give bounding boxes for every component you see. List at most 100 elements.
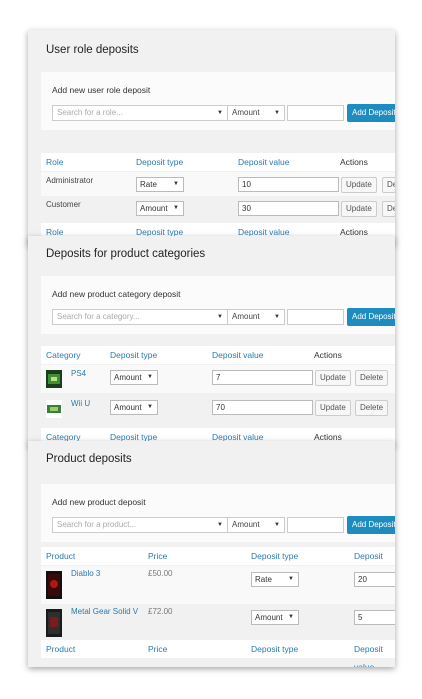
deposit-type-select[interactable]: Amount ▼ xyxy=(251,610,299,625)
add-deposit-button[interactable]: Add Deposit xyxy=(347,104,395,122)
select-value: Rate xyxy=(140,180,157,189)
col-deposit-value[interactable]: Deposit value xyxy=(238,153,290,171)
chevron-down-icon: ▼ xyxy=(288,576,294,582)
delete-button[interactable]: Delete xyxy=(382,201,395,217)
panel-title: Deposits for product categories xyxy=(46,248,206,260)
product-deposits-panel: Product deposits Add new product deposit… xyxy=(28,441,395,667)
product-thumbnail-image xyxy=(46,571,62,599)
col-deposit-type[interactable]: Deposit type xyxy=(251,640,298,658)
chevron-down-icon: ▼ xyxy=(288,614,294,620)
product-price: £50.00 xyxy=(148,569,173,578)
add-label: Add new user role deposit xyxy=(52,85,151,95)
category-deposits-panel: Deposits for product categories Add new … xyxy=(28,236,395,446)
deposit-type-select[interactable]: Amount ▼ xyxy=(110,400,158,415)
deposit-value-input[interactable]: 5 xyxy=(354,610,395,625)
select-value: Amount xyxy=(114,403,142,412)
table-row: Customer Amount ▼ 30 Update Delete xyxy=(41,196,395,220)
add-deposit-button[interactable]: Add Deposit xyxy=(347,308,395,326)
add-deposit-form: Add new product deposit Search for a pro… xyxy=(41,484,395,542)
row-name: Customer xyxy=(46,200,81,209)
update-button[interactable]: Update xyxy=(315,370,351,386)
deposit-value-input[interactable]: 30 xyxy=(238,201,339,216)
deposit-value-input[interactable] xyxy=(287,309,344,325)
select-value: Amount xyxy=(232,520,260,529)
deposit-type-select[interactable]: Rate ▼ xyxy=(251,572,299,587)
category-thumbnail-image xyxy=(46,370,62,388)
table-row: Administrator Rate ▼ 10 Update Delete xyxy=(41,172,395,196)
col-deposit-value[interactable]: Deposit value xyxy=(212,346,264,364)
col-deposit-type[interactable]: Deposit type xyxy=(110,346,157,364)
category-search-input[interactable]: Search for a category... ▼ xyxy=(52,309,228,325)
table-row: Metal Gear Solid V £72.00 Amount ▼ 5 xyxy=(41,604,395,642)
chevron-down-icon: ▼ xyxy=(147,374,153,380)
table-header: Role Deposit type Deposit value Actions xyxy=(41,153,395,171)
search-placeholder: Search for a role... xyxy=(57,108,123,117)
search-placeholder: Search for a category... xyxy=(57,312,140,321)
panel-title: Product deposits xyxy=(46,453,132,465)
product-thumbnail-image xyxy=(46,609,62,637)
update-button[interactable]: Update xyxy=(341,177,377,193)
row-name: Administrator xyxy=(46,176,94,185)
update-button[interactable]: Update xyxy=(315,400,351,416)
select-value: Amount xyxy=(232,312,260,321)
category-link[interactable]: PS4 xyxy=(71,362,86,386)
col-actions: Actions xyxy=(340,157,368,167)
select-value: Amount xyxy=(140,204,168,213)
chevron-down-icon: ▼ xyxy=(147,404,153,410)
add-deposit-button[interactable]: Add Deposit xyxy=(347,516,395,534)
deposit-value-input[interactable]: 10 xyxy=(238,177,339,192)
search-placeholder: Search for a product... xyxy=(57,520,137,529)
col-deposit-value[interactable]: Deposit value xyxy=(354,640,395,667)
chevron-down-icon: ▼ xyxy=(274,314,280,320)
chevron-down-icon: ▼ xyxy=(173,181,179,187)
deposit-value-input[interactable]: 7 xyxy=(212,370,313,385)
chevron-down-icon: ▼ xyxy=(173,205,179,211)
category-thumbnail-image xyxy=(46,400,62,418)
table-row: PS4 Amount ▼ 7 Update Delete xyxy=(41,365,395,393)
add-label: Add new product deposit xyxy=(52,497,146,507)
delete-button[interactable]: Delete xyxy=(382,177,395,193)
col-product[interactable]: Product xyxy=(46,640,75,658)
table-row: Wii U Amount ▼ 70 Update Delete xyxy=(41,395,395,423)
col-actions: Actions xyxy=(314,350,342,360)
add-label: Add new product category deposit xyxy=(52,289,181,299)
deposit-type-select[interactable]: Amount ▼ xyxy=(227,105,285,121)
deposit-value-input[interactable] xyxy=(287,105,344,121)
deposit-value-input[interactable]: 20 xyxy=(354,572,395,587)
deposit-value-input[interactable] xyxy=(287,517,344,533)
chevron-down-icon: ▼ xyxy=(217,110,223,116)
select-value: Amount xyxy=(114,373,142,382)
col-deposit-type[interactable]: Deposit type xyxy=(251,547,298,565)
chevron-down-icon: ▼ xyxy=(217,314,223,320)
chevron-down-icon: ▼ xyxy=(274,110,280,116)
product-price: £72.00 xyxy=(148,607,173,616)
select-value: Amount xyxy=(255,613,283,622)
add-deposit-form: Add new user role deposit Search for a r… xyxy=(41,72,395,130)
col-deposit-type[interactable]: Deposit type xyxy=(136,153,183,171)
category-link[interactable]: Wii U xyxy=(71,392,90,416)
deposit-type-select[interactable]: Rate ▼ xyxy=(136,177,184,192)
product-link[interactable]: Metal Gear Solid V xyxy=(71,600,138,624)
deposit-type-select[interactable]: Amount ▼ xyxy=(110,370,158,385)
role-search-input[interactable]: Search for a role... ▼ xyxy=(52,105,228,121)
product-link[interactable]: Diablo 3 xyxy=(71,562,100,586)
user-role-deposits-panel: User role deposits Add new user role dep… xyxy=(28,30,395,245)
panel-title: User role deposits xyxy=(46,44,139,56)
update-button[interactable]: Update xyxy=(341,201,377,217)
table-footer: Product Price Deposit type Deposit value xyxy=(41,640,395,667)
product-search-input[interactable]: Search for a product... ▼ xyxy=(52,517,228,533)
deposit-type-select[interactable]: Amount ▼ xyxy=(227,517,285,533)
deposit-value-input[interactable]: 70 xyxy=(212,400,313,415)
deposit-type-select[interactable]: Amount ▼ xyxy=(227,309,285,325)
col-price[interactable]: Price xyxy=(148,640,167,658)
chevron-down-icon: ▼ xyxy=(217,522,223,528)
table-row: Diablo 3 £50.00 Rate ▼ 20 xyxy=(41,566,395,604)
chevron-down-icon: ▼ xyxy=(274,522,280,528)
add-deposit-form: Add new product category deposit Search … xyxy=(41,276,395,334)
select-value: Amount xyxy=(232,108,260,117)
deposit-type-select[interactable]: Amount ▼ xyxy=(136,201,184,216)
delete-button[interactable]: Delete xyxy=(355,400,389,416)
delete-button[interactable]: Delete xyxy=(355,370,389,386)
select-value: Rate xyxy=(255,575,272,584)
table-header: Category Deposit type Deposit value Acti… xyxy=(41,346,395,364)
